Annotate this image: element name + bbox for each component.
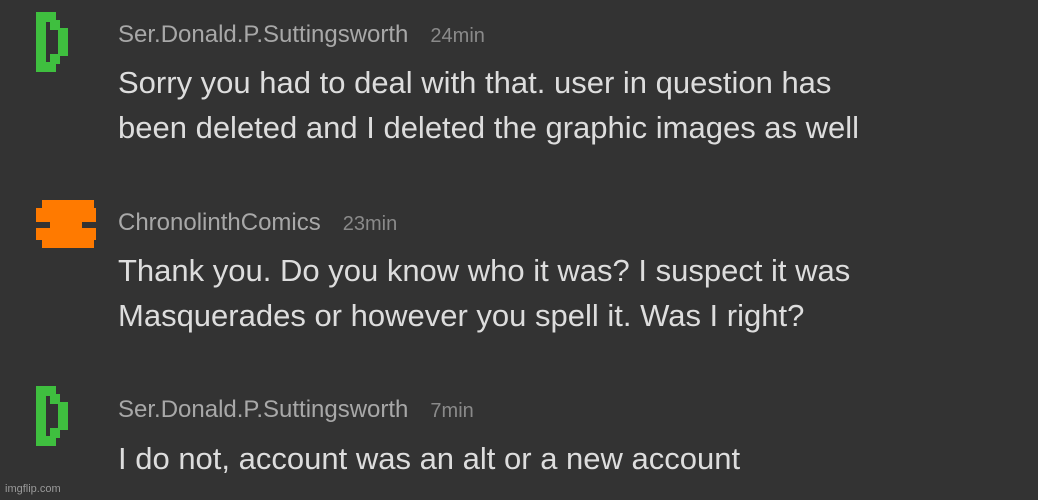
username-link[interactable]: Ser.Donald.P.Suttingsworth <box>118 21 408 48</box>
comment-meta: ChronolinthComics 23min <box>118 209 397 237</box>
comment-line: Sorry you had to deal with that. user in… <box>118 65 832 100</box>
comment-meta: Ser.Donald.P.Suttingsworth 7min <box>118 396 474 424</box>
comment-line: I do not, account was an alt or a new ac… <box>118 441 741 476</box>
comment-text: Thank you. Do you know who it was? I sus… <box>118 248 1018 338</box>
avatar[interactable] <box>36 386 96 446</box>
comment-line: Masquerades or however you spell it. Was… <box>118 298 805 333</box>
timestamp: 23min <box>342 213 398 235</box>
comment-line: Thank you. Do you know who it was? I sus… <box>118 253 851 288</box>
timestamp: 7min <box>430 400 474 422</box>
username-link[interactable]: ChronolinthComics <box>118 209 321 236</box>
comment-meta: Ser.Donald.P.Suttingsworth 24min <box>118 21 485 49</box>
watermark: imgflip.com <box>5 483 61 495</box>
timestamp: 24min <box>430 25 485 47</box>
green-d-pixel-icon <box>36 386 68 446</box>
username-link[interactable]: Ser.Donald.P.Suttingsworth <box>118 396 408 423</box>
comment-text: Sorry you had to deal with that. user in… <box>118 60 1018 150</box>
avatar[interactable] <box>36 200 96 260</box>
avatar[interactable] <box>36 12 96 72</box>
comment-line: been deleted and I deleted the graphic i… <box>118 110 860 145</box>
orange-block-pixel-icon <box>36 200 96 248</box>
comment-text: I do not, account was an alt or a new ac… <box>118 436 1018 481</box>
green-d-pixel-icon <box>36 12 68 72</box>
